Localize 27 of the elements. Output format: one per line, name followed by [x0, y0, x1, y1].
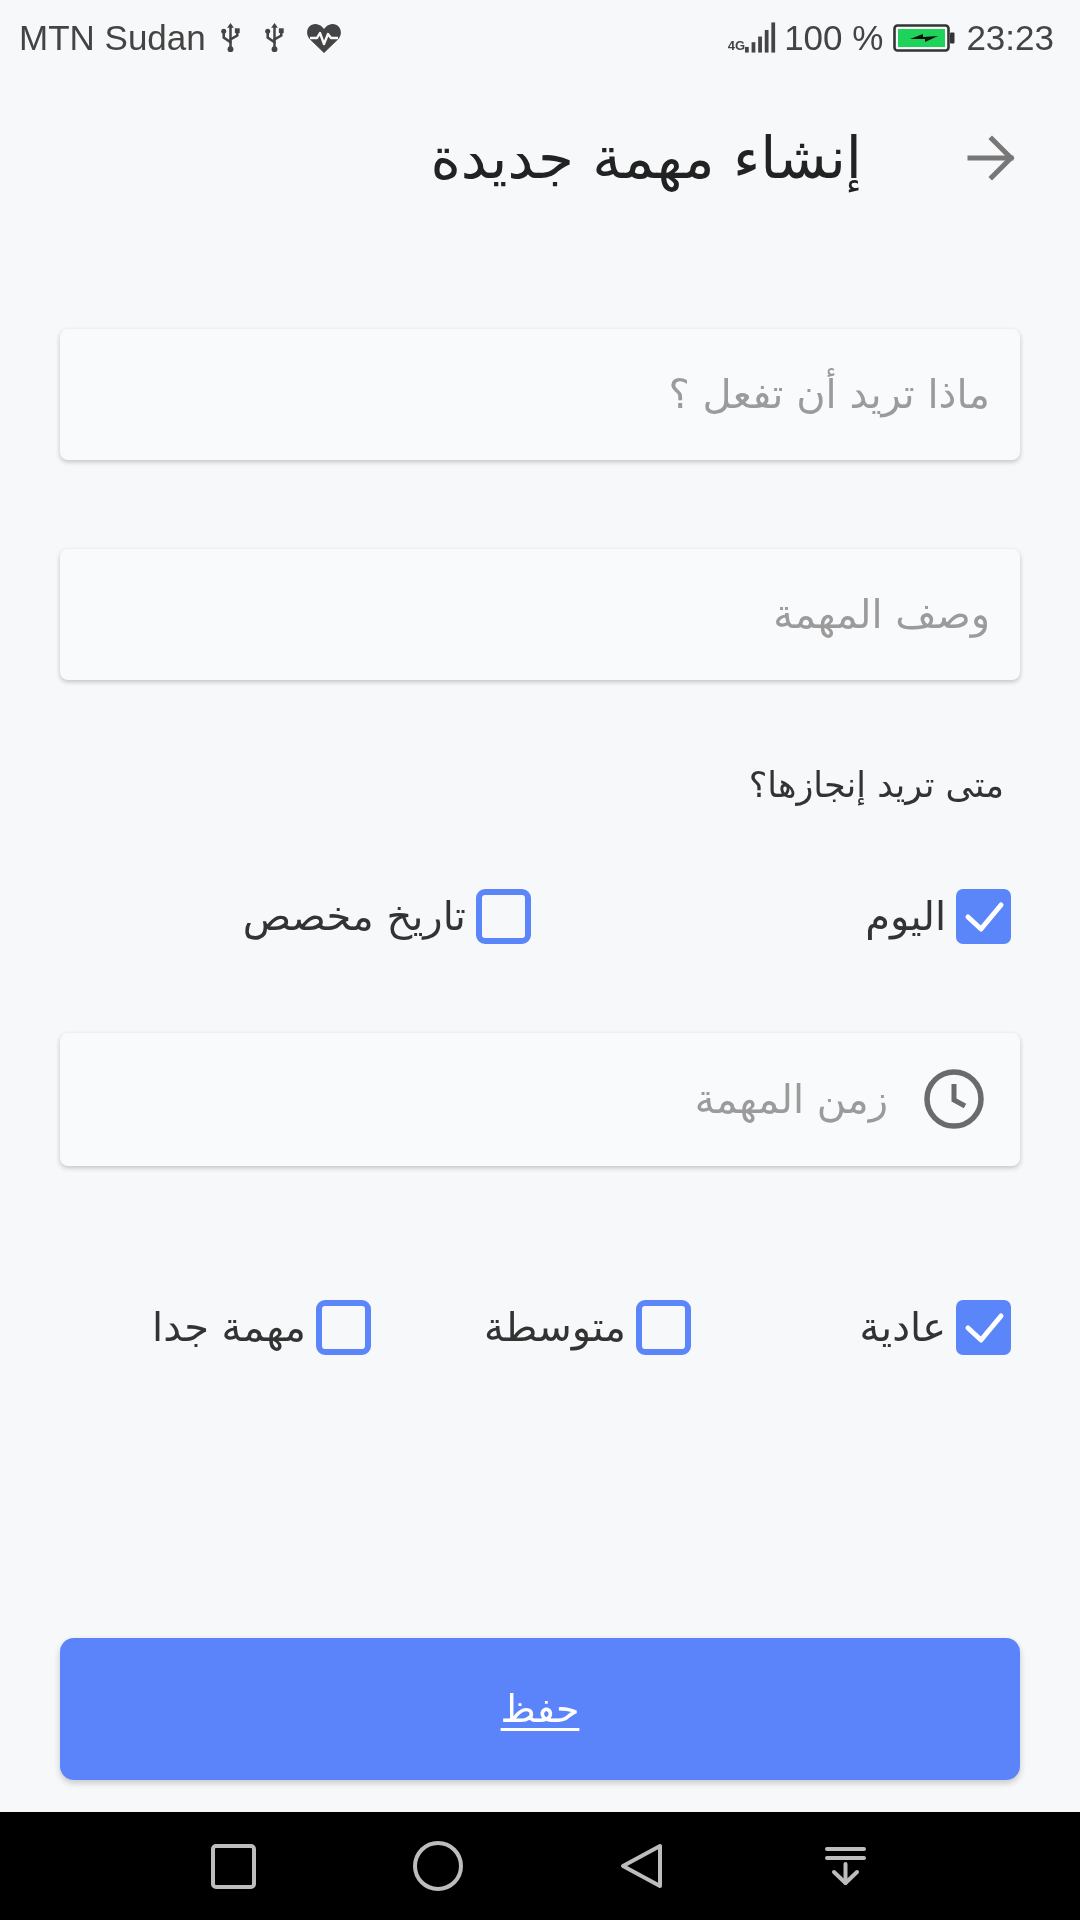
page-title: إنشاء مهمة جديدة [430, 122, 862, 195]
checkbox[interactable] [956, 888, 1011, 944]
checkbox-label: تاريخ مخصص [242, 892, 466, 942]
save-button[interactable]: حفظ [60, 1638, 1020, 1780]
back-icon[interactable] [620, 1843, 663, 1889]
checkbox-label: متوسطة [484, 1303, 626, 1353]
task-title-field[interactable]: ماذا تريد أن تفعل ؟ [60, 329, 1020, 460]
checkbox-label: عادية [859, 1303, 946, 1352]
checkbox[interactable] [636, 1299, 691, 1355]
clock-icon [924, 1069, 984, 1129]
question-text: متى تريد إنجازها؟ [747, 764, 1005, 808]
description-field[interactable]: وصف المهمة [60, 549, 1020, 680]
home-icon[interactable] [413, 1841, 463, 1891]
network-type: 4G [727, 38, 746, 52]
battery-charging-icon [893, 23, 956, 52]
checkbox[interactable] [476, 888, 531, 944]
carrier-name: MTN Sudan [19, 17, 206, 58]
checkbox-label: اليوم [865, 892, 946, 942]
clock-time: 23:23 [966, 17, 1054, 58]
signal-icon [745, 22, 778, 53]
recent-apps-icon[interactable] [211, 1843, 256, 1889]
checkbox[interactable] [316, 1299, 371, 1355]
battery-percent: 100 % [784, 17, 884, 58]
checkbox[interactable] [956, 1299, 1011, 1355]
time-field[interactable]: زمن المهمة [60, 1033, 1020, 1166]
checkbox-label: مهمة جدا [152, 1303, 306, 1353]
heart-pulse-icon [305, 21, 342, 54]
